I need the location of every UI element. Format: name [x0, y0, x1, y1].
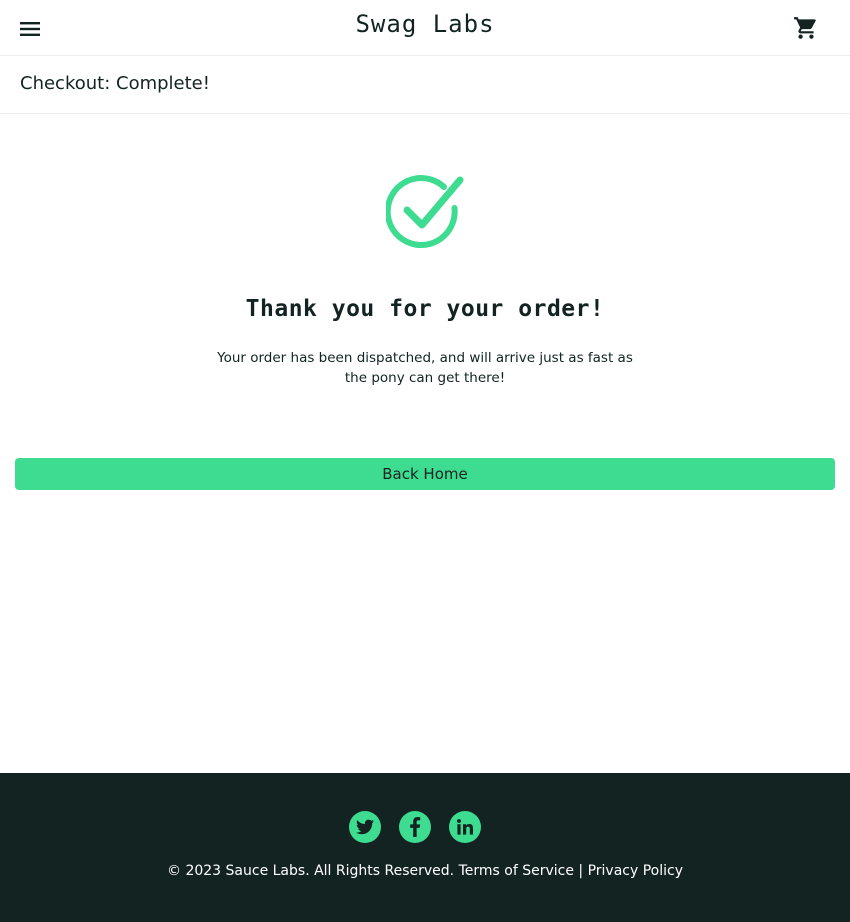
primary-header: Swag Labs — [0, 0, 850, 56]
secondary-header: Checkout: Complete! — [0, 56, 850, 114]
copyright-text: © 2023 Sauce Labs. All Rights Reserved. — [167, 863, 455, 879]
complete-message: Your order has been dispatched, and will… — [217, 350, 633, 386]
facebook-icon — [410, 817, 421, 837]
twitter-icon — [356, 819, 374, 835]
privacy-policy-link[interactable]: Privacy Policy — [588, 863, 683, 879]
check-circle-icon — [386, 175, 464, 249]
facebook-link[interactable] — [399, 811, 431, 843]
twitter-link[interactable] — [349, 811, 381, 843]
complete-heading: Thank you for your order! — [245, 296, 605, 322]
linkedin-link[interactable] — [449, 811, 481, 843]
shopping-cart-icon — [794, 17, 816, 39]
footer-separator: | — [578, 863, 584, 879]
back-home-button[interactable]: Back Home — [15, 458, 835, 490]
checkout-complete-page: Swag Labs Checkout: Complete! Thank you … — [0, 0, 850, 922]
app-logo: Swag Labs — [355, 10, 495, 38]
linkedin-icon — [457, 819, 473, 835]
footer-copyright: © 2023 Sauce Labs. All Rights Reserved. … — [0, 863, 850, 879]
page-title: Checkout: Complete! — [20, 73, 210, 94]
shopping-cart-button[interactable] — [792, 14, 820, 42]
terms-of-service-link[interactable]: Terms of Service — [459, 863, 574, 879]
footer: © 2023 Sauce Labs. All Rights Reserved. … — [0, 773, 850, 922]
